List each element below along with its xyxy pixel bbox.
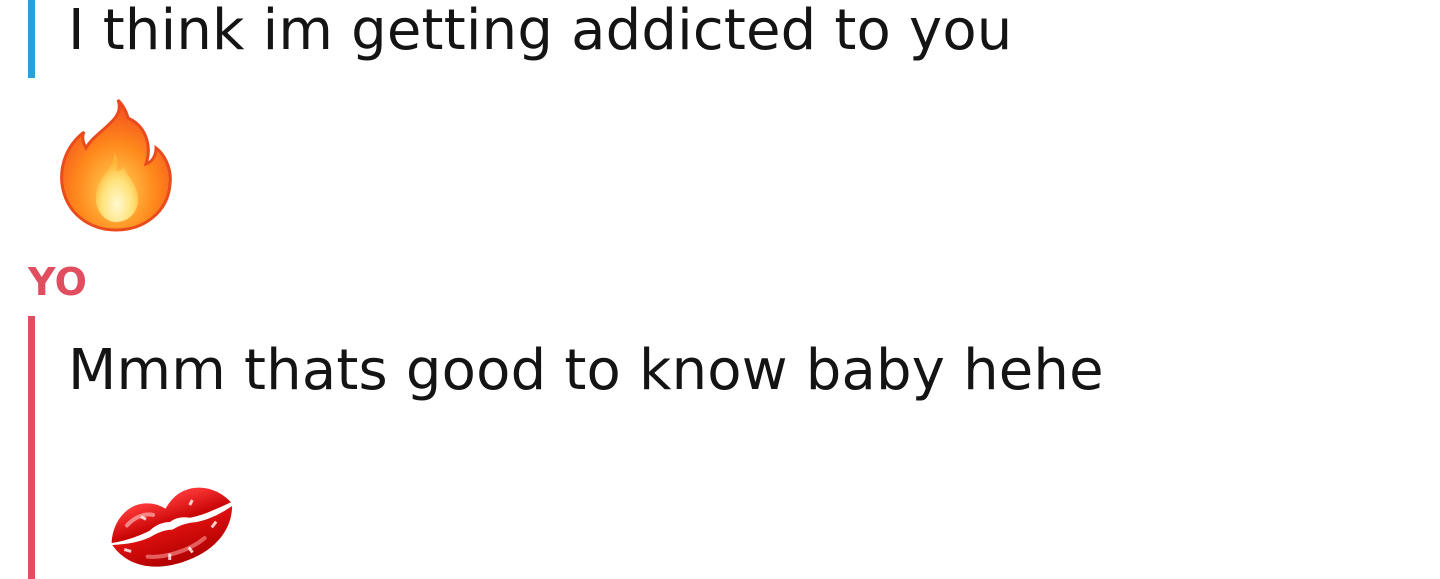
incoming-message-accent-bar (28, 0, 35, 78)
outgoing-message-accent-bar (28, 316, 35, 579)
chat-transcript: I think im getting addicted to you YO Mm… (0, 0, 1440, 579)
kiss-mark-icon (111, 487, 233, 567)
fire-icon (60, 98, 172, 232)
sender-label: YO (28, 260, 88, 304)
outgoing-message-text: Mmm thats good to know baby hehe (68, 338, 1104, 403)
incoming-message-text: I think im getting addicted to you (68, 0, 1013, 63)
